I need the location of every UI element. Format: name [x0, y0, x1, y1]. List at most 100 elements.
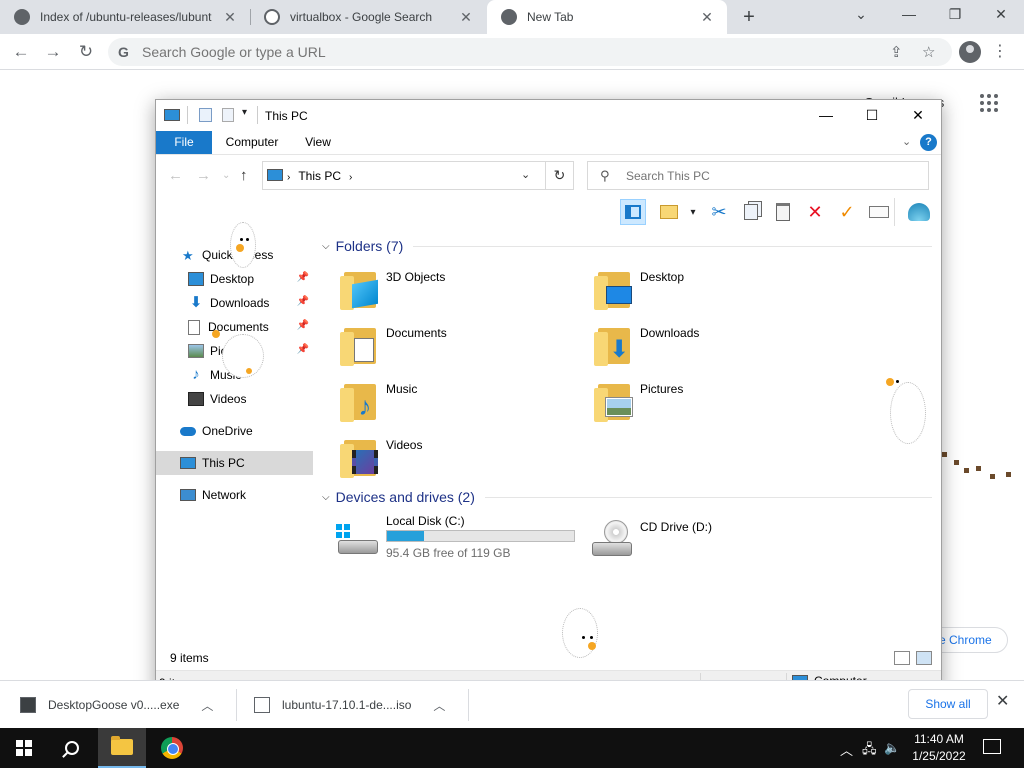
- folder-downloads[interactable]: ⬇ Downloads: [594, 322, 834, 374]
- omnibox-input[interactable]: [142, 42, 842, 62]
- paste-icon[interactable]: [770, 199, 796, 225]
- pin-icon[interactable]: 📌: [297, 344, 309, 355]
- address-bar[interactable]: › This PC › ⌄: [262, 161, 546, 190]
- nav-onedrive[interactable]: OneDrive: [156, 419, 313, 443]
- close-window-button[interactable]: ✕: [895, 100, 941, 131]
- back-button[interactable]: ←: [9, 40, 33, 64]
- start-button[interactable]: [0, 728, 48, 768]
- notification-icon[interactable]: [983, 739, 1001, 754]
- share-icon[interactable]: ⇪: [890, 43, 903, 61]
- pin-icon[interactable]: 📌: [297, 320, 309, 331]
- taskbar-search-button[interactable]: [48, 728, 96, 768]
- close-icon[interactable]: ✕: [996, 691, 1009, 711]
- tab-view[interactable]: View: [298, 131, 338, 154]
- download-item-desktopgoose[interactable]: DesktopGoose v0.....exe ︿: [20, 689, 213, 721]
- close-window-button[interactable]: ✕: [978, 0, 1024, 30]
- cd-drive-icon: [590, 520, 634, 560]
- properties-icon[interactable]: [199, 108, 212, 122]
- document-icon: [188, 319, 200, 335]
- search-input[interactable]: [626, 168, 916, 184]
- tab-google-search[interactable]: virtualbox - Google Search ✕: [250, 0, 486, 34]
- nav-this-pc[interactable]: This PC: [156, 451, 313, 475]
- volume-muted-icon[interactable]: 🔈: [884, 740, 900, 756]
- star-icon[interactable]: ☆: [922, 43, 935, 61]
- drive-cd-d[interactable]: CD Drive (D:): [590, 514, 790, 570]
- chevron-down-icon[interactable]: ⌄: [902, 135, 911, 148]
- chevron-up-icon[interactable]: ︿: [201, 697, 213, 714]
- devices-group-header[interactable]: ⌵ Devices and drives (2): [322, 487, 932, 507]
- shell-icon[interactable]: [906, 199, 932, 225]
- maximize-button[interactable]: ☐: [849, 100, 895, 131]
- large-icons-view-icon[interactable]: [916, 651, 932, 665]
- chevron-up-icon[interactable]: ︿: [840, 740, 853, 759]
- pin-icon[interactable]: 📌: [297, 272, 309, 283]
- chevron-down-icon[interactable]: ⌄: [838, 0, 884, 30]
- chevron-down-icon[interactable]: ⌄: [521, 168, 530, 181]
- forward-arrow-icon[interactable]: →: [196, 167, 211, 184]
- taskbar-file-explorer[interactable]: [98, 728, 146, 768]
- folder-desktop[interactable]: Desktop: [594, 266, 834, 318]
- folder-documents[interactable]: Documents: [340, 322, 580, 374]
- chevron-down-icon[interactable]: ▾: [680, 199, 706, 225]
- folder-options-icon[interactable]: [656, 199, 682, 225]
- restore-button[interactable]: ❐: [932, 0, 978, 30]
- tab-file[interactable]: File: [156, 131, 212, 154]
- details-view-icon[interactable]: [894, 651, 910, 665]
- new-folder-icon[interactable]: [222, 108, 234, 122]
- nav-videos[interactable]: Videos: [156, 387, 313, 411]
- breadcrumb[interactable]: › This PC ›: [287, 169, 352, 183]
- reload-button[interactable]: ↻: [74, 40, 98, 64]
- new-tab-button[interactable]: +: [738, 6, 760, 28]
- customize-quick-access-icon[interactable]: ▾: [242, 107, 247, 118]
- folder-label: Desktop: [640, 270, 685, 284]
- copy-icon[interactable]: [738, 199, 764, 225]
- search-box[interactable]: ⚲: [587, 161, 929, 190]
- delete-icon[interactable]: ✕: [802, 199, 828, 225]
- download-item-lubuntu[interactable]: lubuntu-17.10.1-de....iso ︿: [254, 689, 445, 721]
- minimize-button[interactable]: —: [886, 0, 932, 30]
- drive-local-disk-c[interactable]: Local Disk (C:) 95.4 GB free of 119 GB: [336, 514, 586, 570]
- refresh-button[interactable]: ↻: [546, 161, 574, 190]
- pin-icon[interactable]: 📌: [297, 296, 309, 307]
- taskbar-chrome[interactable]: [148, 728, 196, 768]
- taskbar-clock[interactable]: 11:40 AM 1/25/2022: [906, 731, 972, 765]
- back-arrow-icon[interactable]: ←: [168, 167, 183, 184]
- folder-pictures[interactable]: Pictures: [594, 378, 834, 430]
- forward-button[interactable]: →: [41, 40, 65, 64]
- tab-lubuntu-index[interactable]: Index of /ubuntu-releases/lubuntu ✕: [0, 0, 250, 34]
- tab-title: New Tab: [527, 10, 574, 24]
- goose-sprite[interactable]: [882, 374, 932, 448]
- check-icon[interactable]: ✓: [834, 199, 860, 225]
- help-icon[interactable]: ?: [920, 134, 937, 151]
- show-all-downloads-button[interactable]: Show all: [908, 689, 988, 719]
- folder-3d-objects[interactable]: 3D Objects: [340, 266, 580, 318]
- folder-label: Music: [386, 382, 418, 396]
- goose-sprite[interactable]: [224, 222, 266, 274]
- up-arrow-icon[interactable]: ↑: [240, 167, 248, 184]
- recent-locations-icon[interactable]: ⌄: [222, 170, 230, 181]
- apps-grid-icon[interactable]: [980, 94, 998, 112]
- close-icon[interactable]: ✕: [222, 9, 238, 25]
- chevron-up-icon[interactable]: ︿: [433, 697, 445, 714]
- tab-computer[interactable]: Computer: [220, 131, 284, 154]
- rename-icon[interactable]: [866, 199, 892, 225]
- menu-kebab-icon[interactable]: ⋮: [990, 40, 1010, 64]
- close-icon[interactable]: ✕: [458, 9, 474, 25]
- folder-label: 3D Objects: [386, 270, 446, 284]
- nav-label: OneDrive: [202, 424, 253, 438]
- folder-music[interactable]: ♪ Music: [340, 378, 580, 430]
- folders-group-header[interactable]: ⌵ Folders (7): [322, 236, 932, 256]
- goose-sprite[interactable]: [208, 324, 268, 382]
- cut-icon[interactable]: ✂: [706, 199, 732, 225]
- goose-sprite[interactable]: [558, 608, 604, 662]
- nav-network[interactable]: Network: [156, 483, 313, 507]
- minimize-button[interactable]: —: [803, 100, 849, 131]
- network-icon[interactable]: 🖧: [862, 740, 877, 762]
- close-icon[interactable]: ✕: [699, 9, 715, 25]
- omnibox[interactable]: G ⇪ ☆: [108, 38, 952, 66]
- folder-videos[interactable]: Videos: [340, 434, 580, 486]
- pane-layout-icon[interactable]: [620, 199, 646, 225]
- tab-new-tab[interactable]: New Tab ✕: [487, 0, 727, 34]
- nav-downloads[interactable]: ⬇ Downloads 📌: [156, 291, 313, 315]
- profile-avatar[interactable]: [959, 41, 981, 63]
